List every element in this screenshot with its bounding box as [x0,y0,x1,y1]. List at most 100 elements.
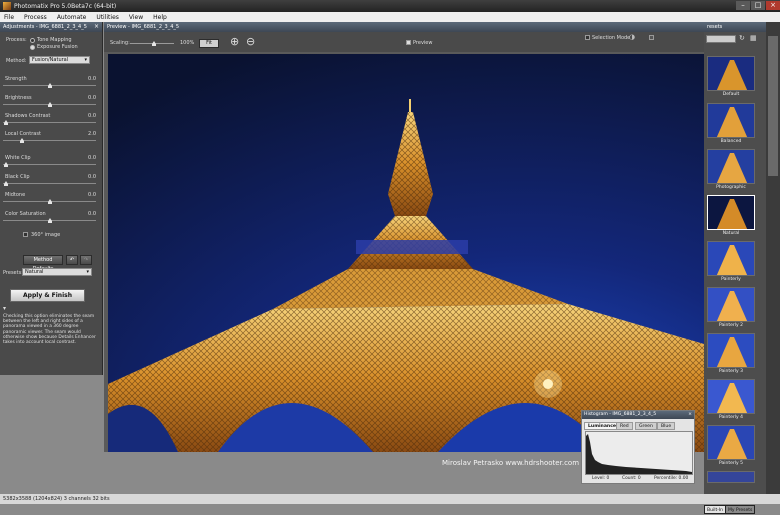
histogram-close-icon[interactable]: × [688,411,692,419]
preset-thumb-photographic[interactable] [707,149,755,184]
app-icon [3,2,11,10]
scrollbar-thumb[interactable] [768,36,778,176]
exposure-fusion-label: Exposure Fusion [37,44,78,50]
close-icon[interactable]: × [766,1,780,10]
slider-value: 0.0 [88,155,96,161]
presets-scrollbar[interactable] [766,22,780,494]
tab-blue[interactable]: Blue [657,422,676,430]
histogram-level: Level: 0 [592,476,610,481]
menu-bar: File Process Automate Utilities View Hel… [0,12,780,22]
panel-close-icon[interactable]: × [94,22,99,32]
slider-value: 0.0 [88,192,96,198]
radio-tone-mapping[interactable] [30,38,35,43]
slider-label: Shadows Contrast [5,113,51,119]
menu-help[interactable]: Help [153,14,167,21]
scaling-slider-track[interactable] [130,43,174,44]
slider-label: Brightness [5,95,32,101]
preset-thumb-partial[interactable] [707,471,755,483]
preset-thumb-natural[interactable] [707,195,755,230]
preset-thumb-painterly[interactable] [707,241,755,276]
tab-red[interactable]: Red [616,422,633,430]
option-checkbox[interactable] [649,35,654,40]
preset-label: Painterly 5 [719,461,743,466]
preset-label: Balanced [720,139,742,144]
slider-thumb[interactable] [4,120,8,125]
slider-label: Local Contrast [5,131,41,137]
info-text: Checking this option eliminates the seam… [3,314,96,346]
menu-process[interactable]: Process [24,14,47,21]
slider-value: 0.0 [88,211,96,217]
slider-thumb[interactable] [48,83,52,88]
tab-built-in[interactable]: Built-In [704,505,727,514]
method-select[interactable]: Fusion/Natural [29,56,90,64]
slider-value: 0.0 [88,76,96,82]
maximize-icon[interactable]: □ [751,1,765,10]
histogram-title: Histogram - IMG_6881_2_3_4_5 [584,412,657,417]
selection-mode-checkbox[interactable] [585,35,590,40]
menu-automate[interactable]: Automate [57,14,87,21]
window-title: Photomatix Pro 5.0Beta7c (64-bit) [14,2,117,10]
redo-button[interactable]: ↷ [80,255,92,265]
preset-label: Painterly 4 [719,415,743,420]
zoom-out-icon[interactable]: ⊖ [246,35,255,48]
slider-label: White Clip [5,155,31,161]
preview-window: Preview - IMG_6881_2_3_4_5 Scaling: 100%… [104,22,706,452]
tab-luminance[interactable]: Luminance [584,422,621,430]
menu-view[interactable]: View [129,14,143,21]
slider-thumb[interactable] [48,102,52,107]
info-arrow-icon[interactable]: ▾ [3,305,6,312]
preset-thumb-balanced[interactable] [707,103,755,138]
status-bar: 5382x3588 (1204x824) 3 channels 32 bits [0,494,780,504]
presets-select[interactable]: Natural [22,268,92,276]
selection-mode-label: Selection Mode [592,35,631,41]
minimize-icon[interactable]: – [736,1,750,10]
preview-image[interactable] [108,54,704,452]
scaling-slider-thumb[interactable] [152,41,156,46]
slider-value: 2.0 [88,131,96,137]
menu-file[interactable]: File [4,14,14,21]
slider-track[interactable] [3,140,96,141]
apply-finish-button[interactable]: Apply & Finish [10,289,85,302]
zoom-in-icon[interactable]: ⊕ [230,35,239,48]
fit-button[interactable]: Fit [199,39,219,48]
eiffel-tower-photo [108,54,704,452]
slider-thumb[interactable] [20,138,24,143]
preset-thumb-painterly-5[interactable] [707,425,755,460]
preset-label: Photographic [716,185,746,190]
slider-label: Strength [5,76,27,82]
histogram-plot [585,431,693,475]
preset-thumb-painterly-4[interactable] [707,379,755,414]
tab-my-presets[interactable]: My Presets [725,505,756,514]
process-label: Process: [6,37,27,43]
slider-thumb[interactable] [48,199,52,204]
360-image-checkbox[interactable] [23,232,28,237]
refresh-icon[interactable]: ↻ [739,34,745,42]
slider-label: Midtone [5,192,26,198]
preset-thumb-painterly-3[interactable] [707,333,755,368]
preview-checkbox[interactable] [406,40,411,45]
slider-value: 0.0 [88,174,96,180]
slider-thumb[interactable] [4,162,8,167]
slider-track[interactable] [3,122,96,123]
tab-green[interactable]: Green [635,422,657,430]
preview-title: Preview - IMG_6881_2_3_4_5 [107,24,180,30]
slider-thumb[interactable] [4,181,8,186]
histogram-window: Histogram - IMG_6881_2_3_4_5 × Luminance… [581,410,695,484]
slider-track[interactable] [3,183,96,184]
undo-button[interactable]: ↶ [66,255,78,265]
slider-thumb[interactable] [48,218,52,223]
preset-thumb-default[interactable] [707,56,755,91]
slider-value: 0.0 [88,113,96,119]
menu-utilities[interactable]: Utilities [96,14,119,21]
radio-exposure-fusion[interactable] [30,45,35,50]
scaling-label: Scaling: [110,40,130,46]
preview-checkbox-label: Preview [413,40,433,46]
slider-track[interactable] [3,164,96,165]
preset-label: Default [722,92,740,97]
grid-icon[interactable]: ▦ [750,34,757,42]
method-defaults-button[interactable]: Method Defaults [23,255,63,272]
presets-filter-select[interactable] [706,35,736,43]
preset-thumb-painterly-2[interactable] [707,287,755,322]
help-icon[interactable]: ◑ [629,33,635,41]
presets-panel: resets ↻ ▦ Default Balanced Photographic… [704,22,766,514]
